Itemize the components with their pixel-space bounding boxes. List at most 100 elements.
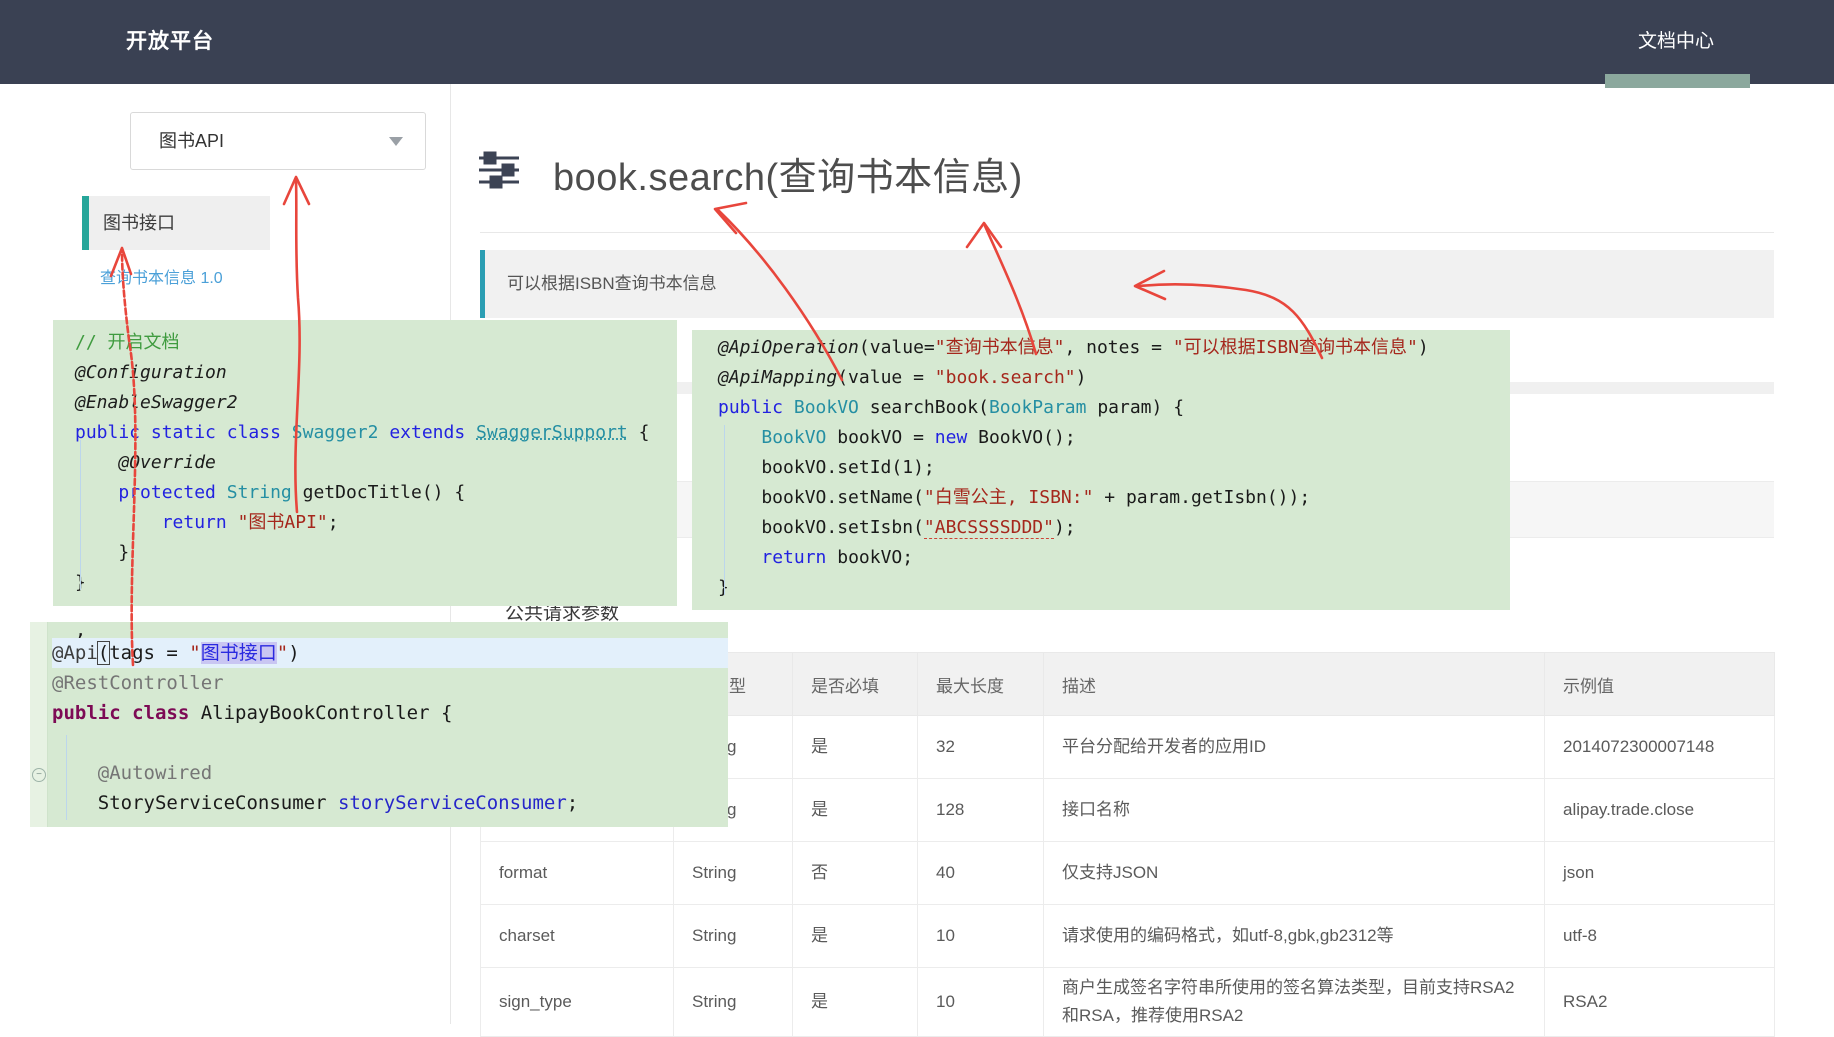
code-line: bookVO.setName("白雪公主, ISBN:" + param.get… xyxy=(718,483,1510,513)
code-token xyxy=(75,512,162,533)
code-token: " xyxy=(277,642,288,664)
code-line: BookVO bookVO = new BookVO(); xyxy=(718,423,1510,453)
cell-max_length: 10 xyxy=(918,905,1044,968)
indent-guide xyxy=(80,440,81,590)
cell-param: format xyxy=(481,842,674,905)
column-header: 描述 xyxy=(1044,653,1545,716)
code-token xyxy=(52,762,98,784)
code-token: "白雪公主, ISBN:" xyxy=(924,487,1094,508)
code-token: String xyxy=(227,482,292,503)
code-line: @Api(tags = "图书接口") xyxy=(52,638,728,668)
code-snippet-api-operation: @ApiOperation(value="查询书本信息", notes = "可… xyxy=(692,330,1510,610)
code-token: Swagger2 xyxy=(292,422,379,443)
code-token xyxy=(75,452,118,473)
code-token: AlipayBookController { xyxy=(189,702,452,724)
cell-required: 是 xyxy=(793,716,918,779)
table-row: sign_typeString是10商户生成签名字符串所使用的签名算法类型，目前… xyxy=(481,968,1775,1037)
cell-description: 平台分配给开发者的应用ID xyxy=(1044,716,1545,779)
page-title: book.search(查询书本信息) xyxy=(553,146,1023,201)
code-token: "查询书本信息" xyxy=(935,337,1065,358)
code-line: } xyxy=(718,573,1510,603)
cell-required: 是 xyxy=(793,905,918,968)
code-token: static xyxy=(151,422,216,443)
code-token: storyServiceConsumer xyxy=(338,792,567,814)
code-token: class xyxy=(227,422,281,443)
cell-example: json xyxy=(1545,842,1775,905)
table-row: charsetString是10请求使用的编码格式，如utf-8,gbk,gb2… xyxy=(481,905,1775,968)
cell-example: 2014072300007148 xyxy=(1545,716,1775,779)
code-token: bookVO.setIsbn( xyxy=(718,517,924,538)
code-token: BookVO xyxy=(794,397,859,418)
code-token: @Override xyxy=(118,452,216,473)
code-token: protected xyxy=(118,482,216,503)
cell-type: String xyxy=(674,842,793,905)
nav-doc-center[interactable]: 文档中心 xyxy=(1638,0,1714,84)
cell-required: 是 xyxy=(793,779,918,842)
code-token: searchBook( xyxy=(859,397,989,418)
code-token: { xyxy=(628,422,650,443)
code-token: tags = xyxy=(109,642,189,664)
code-line: } xyxy=(75,568,677,598)
info-banner-text: 可以根据ISBN查询书本信息 xyxy=(507,250,717,318)
code-token: bookVO.setId(1); xyxy=(718,457,935,478)
code-token: @Configuration xyxy=(75,362,227,383)
sidebar-item-book-api[interactable]: 图书接口 xyxy=(82,196,270,250)
code-token xyxy=(783,397,794,418)
indent-guide xyxy=(66,735,67,820)
code-line: } xyxy=(75,538,677,568)
code-token: public xyxy=(75,422,140,443)
code-token xyxy=(216,482,227,503)
code-token: (value = xyxy=(837,367,935,388)
cell-required: 是 xyxy=(793,968,918,1037)
code-token: " xyxy=(189,642,200,664)
code-token: (value= xyxy=(859,337,935,358)
code-token: @Autowired xyxy=(98,762,212,784)
code-token: bookVO; xyxy=(826,547,913,568)
code-token: ( xyxy=(98,642,109,664)
cell-max_length: 10 xyxy=(918,968,1044,1037)
sidebar-link-search-book[interactable]: 查询书本信息 1.0 xyxy=(100,264,223,288)
code-token xyxy=(378,422,389,443)
column-header: 是否必填 xyxy=(793,653,918,716)
top-navbar: 开放平台 文档中心 xyxy=(0,0,1834,84)
code-token: getDocTitle() { xyxy=(292,482,465,503)
api-select-dropdown[interactable]: 图书API xyxy=(130,112,426,170)
sidebar-item-label: 图书接口 xyxy=(103,196,175,250)
code-line: @EnableSwagger2 xyxy=(75,388,677,418)
cell-max_length: 128 xyxy=(918,779,1044,842)
code-token xyxy=(227,512,238,533)
code-line: bookVO.setIsbn("ABCSSSSDDD"); xyxy=(718,513,1510,543)
column-header: 示例值 xyxy=(1545,653,1775,716)
code-line: @ApiMapping(value = "book.search") xyxy=(718,363,1510,393)
collapse-minus-icon[interactable]: − xyxy=(32,768,46,782)
code-token xyxy=(121,702,132,724)
code-line: StoryServiceConsumer storyServiceConsume… xyxy=(52,788,728,818)
code-line: // 开启文档 xyxy=(75,328,677,358)
code-token: "图书API" xyxy=(238,512,328,533)
column-header: 最大长度 xyxy=(918,653,1044,716)
code-token: BookParam xyxy=(989,397,1087,418)
code-token: extends xyxy=(389,422,465,443)
code-line: bookVO.setId(1); xyxy=(718,453,1510,483)
table-row: formatString否40仅支持JSONjson xyxy=(481,842,1775,905)
code-token xyxy=(140,422,151,443)
page: 图书API 图书接口 查询书本信息 1.0 book.search(查询书本信息… xyxy=(0,0,1834,1024)
code-token: SwaggerSupport xyxy=(476,422,628,443)
cell-param: sign_type xyxy=(481,968,674,1037)
info-banner: 可以根据ISBN查询书本信息 xyxy=(480,250,1774,318)
sliders-icon xyxy=(478,150,520,190)
code-token: bookVO.setName( xyxy=(718,487,924,508)
code-token: return xyxy=(761,547,826,568)
cell-max_length: 32 xyxy=(918,716,1044,779)
code-token: ) xyxy=(1418,337,1429,358)
code-token: + param.getIsbn()); xyxy=(1093,487,1310,508)
code-token: public xyxy=(52,702,121,724)
code-line: , xyxy=(52,622,728,638)
code-token: 图书接口 xyxy=(201,642,277,664)
code-token: , xyxy=(52,622,86,638)
title-divider xyxy=(480,232,1774,233)
code-token: ) xyxy=(288,642,299,664)
code-token: new xyxy=(935,427,968,448)
code-line: public static class Swagger2 extends Swa… xyxy=(75,418,677,448)
code-token: // 开启文档 xyxy=(75,332,180,353)
